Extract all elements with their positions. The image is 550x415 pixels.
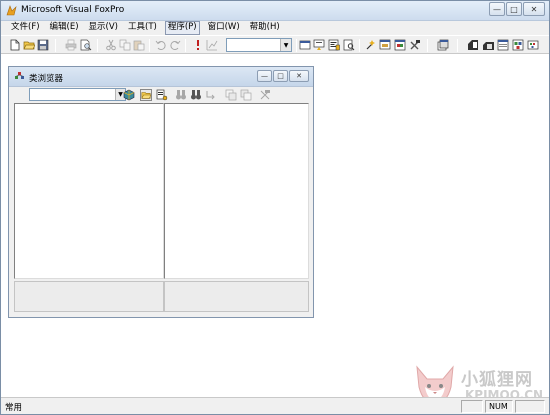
class-browser-title: 类浏览器 bbox=[29, 74, 64, 84]
title-bar[interactable]: Microsoft Visual FoxPro — □ ✕ bbox=[1, 1, 549, 21]
view-icon[interactable] bbox=[497, 39, 509, 51]
status-panel-empty bbox=[461, 400, 483, 413]
command-window-icon[interactable] bbox=[299, 39, 311, 51]
maximize-button[interactable]: □ bbox=[506, 2, 522, 16]
binoculars-icon[interactable] bbox=[190, 89, 202, 101]
print-icon[interactable] bbox=[65, 39, 77, 51]
member-description-pane[interactable] bbox=[164, 281, 309, 312]
component-icon[interactable] bbox=[123, 89, 135, 101]
data-session-icon[interactable] bbox=[343, 39, 355, 51]
new-file-icon[interactable] bbox=[9, 39, 21, 51]
save-icon[interactable] bbox=[37, 39, 49, 51]
report-icon[interactable] bbox=[467, 39, 479, 51]
print-preview-icon[interactable] bbox=[80, 39, 92, 51]
toolbar-combo[interactable]: ▼ bbox=[226, 38, 292, 52]
clean-up-icon[interactable] bbox=[259, 89, 271, 101]
status-text: 常用 bbox=[5, 403, 23, 413]
form-wizard-icon[interactable] bbox=[379, 39, 391, 51]
builder-icon[interactable] bbox=[365, 39, 377, 51]
form-designer-icon[interactable] bbox=[437, 39, 449, 51]
modify-form-icon[interactable] bbox=[206, 39, 218, 51]
menu-edit[interactable]: 编辑(E) bbox=[48, 21, 81, 35]
cut-icon[interactable] bbox=[105, 39, 117, 51]
num-lock-indicator: NUM bbox=[485, 400, 513, 413]
find-icon[interactable] bbox=[175, 89, 187, 101]
close-button[interactable]: ✕ bbox=[523, 2, 545, 16]
class-browser-window: 类浏览器 — □ ✕ ▼ bbox=[8, 66, 314, 318]
menu-file[interactable]: 文件(F) bbox=[9, 21, 42, 35]
object-browser-icon[interactable] bbox=[527, 39, 539, 51]
new-class-icon[interactable] bbox=[225, 89, 237, 101]
class-browser-icon bbox=[15, 72, 24, 79]
class-description-pane[interactable] bbox=[14, 281, 164, 312]
class-browser-icon[interactable] bbox=[512, 39, 524, 51]
class-browser-combo[interactable]: ▼ bbox=[29, 88, 126, 101]
rename-icon[interactable] bbox=[240, 89, 252, 101]
menu-view[interactable]: 显示(V) bbox=[87, 21, 120, 35]
report-wizard-icon[interactable] bbox=[394, 39, 406, 51]
foxpro-app-icon bbox=[6, 5, 17, 16]
layout-tools-icon[interactable] bbox=[409, 39, 421, 51]
class-list-pane[interactable] bbox=[14, 103, 164, 279]
menu-bar: 文件(F) 编辑(E) 显示(V) 工具(T) 程序(P) 窗口(W) 帮助(H… bbox=[1, 21, 549, 35]
query-icon[interactable] bbox=[482, 39, 494, 51]
class-browser-toolbar: ▼ bbox=[9, 87, 313, 103]
status-panel-empty-2 bbox=[515, 400, 545, 413]
class-browser-titlebar[interactable]: 类浏览器 — □ ✕ bbox=[9, 67, 313, 87]
paste-icon[interactable] bbox=[133, 39, 145, 51]
redo-icon[interactable] bbox=[169, 39, 181, 51]
child-minimize-button[interactable]: — bbox=[257, 70, 272, 82]
menu-help[interactable]: 帮助(H) bbox=[248, 21, 282, 35]
child-maximize-button[interactable]: □ bbox=[273, 70, 288, 82]
member-list-pane[interactable] bbox=[164, 103, 309, 279]
undo-icon[interactable] bbox=[155, 39, 167, 51]
open-folder-icon[interactable] bbox=[23, 39, 35, 51]
chevron-down-icon[interactable]: ▼ bbox=[280, 39, 291, 51]
code-icon[interactable] bbox=[328, 39, 340, 51]
redefine-icon[interactable] bbox=[205, 89, 217, 101]
window-title: Microsoft Visual FoxPro bbox=[21, 5, 125, 15]
menu-window[interactable]: 窗口(W) bbox=[206, 21, 242, 35]
minimize-button[interactable]: — bbox=[489, 2, 505, 16]
child-close-button[interactable]: ✕ bbox=[289, 70, 309, 82]
view-class-code-icon[interactable] bbox=[156, 89, 168, 101]
standard-toolbar: ▼ bbox=[1, 35, 549, 54]
watermark-title: 小狐狸网 bbox=[461, 370, 533, 390]
copy-icon[interactable] bbox=[119, 39, 131, 51]
menu-program[interactable]: 程序(P) bbox=[164, 21, 200, 35]
status-bar: 常用 NUM bbox=[1, 397, 549, 414]
run-icon[interactable] bbox=[192, 39, 204, 51]
main-window: Microsoft Visual FoxPro — □ ✕ 文件(F) 编辑(E… bbox=[0, 0, 550, 415]
properties-icon[interactable] bbox=[313, 39, 325, 51]
open-folder-icon[interactable] bbox=[140, 89, 152, 101]
menu-tools[interactable]: 工具(T) bbox=[126, 21, 159, 35]
